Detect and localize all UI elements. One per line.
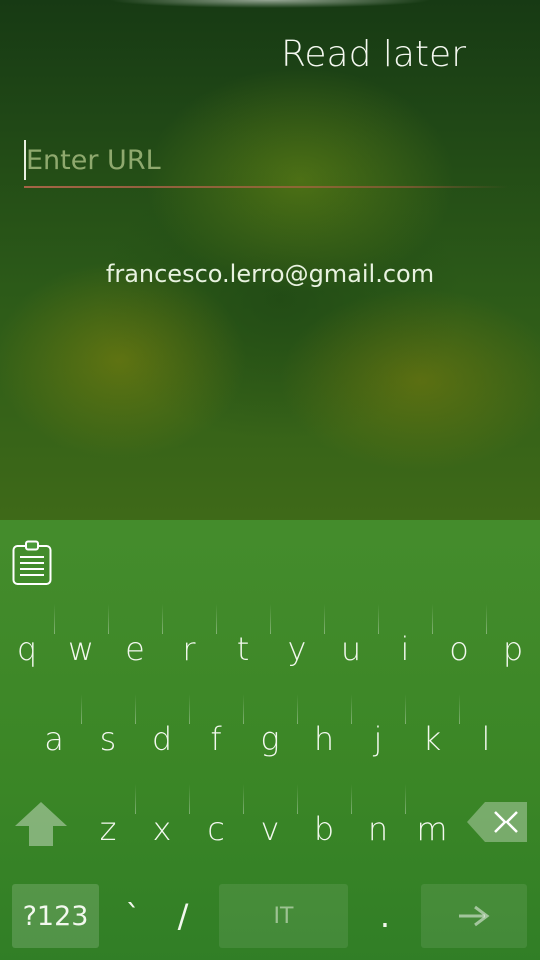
- key-o[interactable]: o: [432, 604, 486, 694]
- arrow-right-icon: [459, 905, 490, 927]
- enter-key[interactable]: [421, 884, 527, 948]
- keyboard-row-1: q w e r t y u i o p: [0, 604, 540, 694]
- key-f[interactable]: f: [189, 694, 243, 784]
- url-field[interactable]: [24, 138, 510, 188]
- key-x[interactable]: x: [135, 784, 189, 874]
- keyboard-row-2: a s d f g h j k l: [0, 694, 540, 784]
- key-r[interactable]: r: [162, 604, 216, 694]
- clipboard-icon[interactable]: [12, 540, 52, 586]
- key-j[interactable]: j: [351, 694, 405, 784]
- read-later-page: Read later francesco.lerro@gmail.com: [0, 0, 540, 520]
- key-i[interactable]: i: [378, 604, 432, 694]
- account-email: francesco.lerro@gmail.com: [105, 260, 435, 288]
- key-backtick[interactable]: `: [106, 884, 160, 948]
- key-u[interactable]: u: [324, 604, 378, 694]
- key-b[interactable]: b: [297, 784, 351, 874]
- key-slash[interactable]: /: [160, 884, 206, 948]
- key-q[interactable]: q: [0, 604, 54, 694]
- shift-arrow-icon: [15, 802, 67, 846]
- virtual-keyboard: q w e r t y u i o p a s d f g h j k l z …: [0, 520, 540, 960]
- key-m[interactable]: m: [405, 784, 459, 874]
- backspace-icon: [467, 802, 527, 842]
- key-s[interactable]: s: [81, 694, 135, 784]
- key-p[interactable]: p: [486, 604, 540, 694]
- key-period[interactable]: .: [358, 884, 412, 948]
- key-w[interactable]: w: [54, 604, 108, 694]
- key-k[interactable]: k: [405, 694, 459, 784]
- backspace-key[interactable]: [464, 796, 530, 848]
- key-v[interactable]: v: [243, 784, 297, 874]
- key-n[interactable]: n: [351, 784, 405, 874]
- top-pulley-indicator: [0, 0, 540, 14]
- key-t[interactable]: t: [216, 604, 270, 694]
- space-key[interactable]: IT: [219, 884, 348, 948]
- key-d[interactable]: d: [135, 694, 189, 784]
- key-h[interactable]: h: [297, 694, 351, 784]
- symbols-key[interactable]: ?123: [12, 884, 99, 948]
- page-title: Read later: [280, 34, 466, 75]
- url-input[interactable]: [24, 138, 510, 182]
- key-a[interactable]: a: [27, 694, 81, 784]
- key-e[interactable]: e: [108, 604, 162, 694]
- key-c[interactable]: c: [189, 784, 243, 874]
- keyboard-row-3: z x c v b n m: [0, 784, 540, 874]
- key-l[interactable]: l: [459, 694, 513, 784]
- url-field-underline: [24, 186, 508, 188]
- key-g[interactable]: g: [243, 694, 297, 784]
- key-y[interactable]: y: [270, 604, 324, 694]
- key-z[interactable]: z: [81, 784, 135, 874]
- text-caret: [24, 140, 26, 180]
- shift-key[interactable]: [12, 792, 70, 856]
